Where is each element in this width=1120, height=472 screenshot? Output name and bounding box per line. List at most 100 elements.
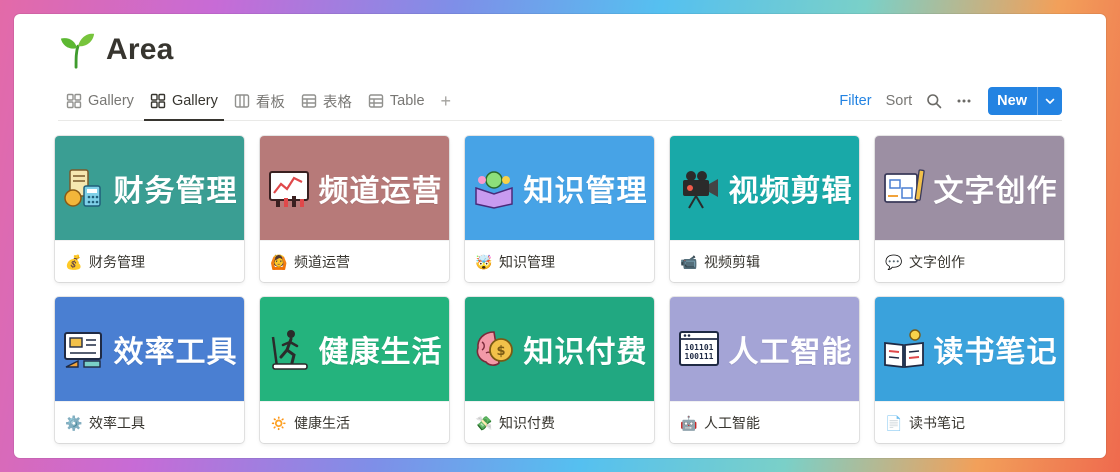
tab-label: Table [389,93,425,109]
tab-board[interactable]: 看板 [228,82,291,120]
card-cover-text: 效率工具 [113,336,238,369]
card-footer: 💸 知识付费 [465,401,654,443]
card-footer: 🔅 健康生活 [260,401,449,443]
page-title: Area [106,33,174,66]
gallery-card-knowledge[interactable]: 知识管理 🤯 知识管理 [465,136,654,282]
chart-board-icon [268,171,309,207]
card-footer: 🙆 频道运营 [260,240,449,282]
new-dropdown-button[interactable] [1037,87,1062,115]
search-button[interactable] [926,93,942,109]
card-title: 文字创作 [909,254,965,270]
add-view-button[interactable]: + [435,82,458,120]
card-cover-text: 文字创作 [933,175,1058,208]
tab-label: 看板 [255,94,285,111]
table-icon [301,94,317,108]
card-cover-text: 知识付费 [523,336,648,369]
sort-button[interactable]: Sort [886,93,913,109]
card-cover-text: 财务管理 [113,175,238,208]
tab-gallery-1[interactable]: Gallery [60,82,140,120]
tab-table-cn[interactable]: 表格 [295,82,358,120]
page-header: Area [58,30,174,70]
card-title: 读书笔记 [909,415,965,431]
binary-window-icon: 101101 100111 [678,331,719,366]
book-idea-icon [474,171,513,209]
gallery-card-video[interactable]: 视频剪辑 📹 视频剪辑 [670,136,859,282]
card-cover: 文字创作 [875,136,1064,240]
gear-icon: ⚙️ [65,415,83,431]
card-title: 频道运营 [294,254,350,270]
person-gesture-icon: 🙆 [270,254,288,270]
video-camera-icon [682,171,718,209]
tab-table[interactable]: Table [362,82,431,120]
gallery-card-finance[interactable]: 财务管理 💰 财务管理 [55,136,244,282]
card-footer: 🤯 知识管理 [465,240,654,282]
more-options-button[interactable] [956,93,972,109]
view-toolbar: Gallery Gallery 看板 表格 Table + Filter Sor [58,82,1062,121]
table-icon [368,94,384,108]
card-footer: 📹 视频剪辑 [670,240,859,282]
card-cover-text: 视频剪辑 [728,175,853,208]
card-cover-text: 人工智能 [728,336,853,369]
card-title: 知识管理 [499,254,555,270]
tab-label: Gallery [171,93,218,109]
speech-bubble-icon: 💬 [885,254,903,270]
page-icon: 📄 [885,415,903,431]
more-icon [957,99,971,103]
money-bag-icon: 💰 [65,254,83,270]
board-icon [234,94,250,108]
view-actions: Filter Sort New [839,82,1062,120]
new-button[interactable]: New [988,87,1037,115]
tools-board-icon [63,332,102,368]
card-title: 健康生活 [294,415,350,431]
mind-blown-icon: 🤯 [475,254,493,270]
card-cover: 读书笔记 [875,297,1064,401]
card-title: 视频剪辑 [704,254,760,270]
video-camera-emoji-icon: 📹 [680,254,698,270]
card-cover-text: 知识管理 [523,175,648,208]
gallery-card-efficiency[interactable]: 效率工具 ⚙️ 效率工具 [55,297,244,443]
svg-text:$: $ [496,344,505,359]
card-cover: $ 知识付费 [465,297,654,401]
brain-coin-icon: $ [476,331,513,366]
treadmill-icon [271,330,308,370]
card-cover-text: 频道运营 [318,175,443,208]
blueprint-pencil-icon [883,169,925,203]
gallery-grid: 财务管理 💰 财务管理 频道运营 🙆 频道运营 知识管理 🤯 知识管理 视频剪辑… [55,136,1064,443]
card-footer: 💬 文字创作 [875,240,1064,282]
chevron-down-icon [1045,98,1055,104]
card-cover-text: 健康生活 [318,336,443,369]
new-button-group: New [988,87,1062,115]
card-cover: 效率工具 [55,297,244,401]
notion-window: Area Gallery Gallery 看板 表格 Table + Filte… [14,14,1106,458]
card-footer: 📄 读书笔记 [875,401,1064,443]
card-footer: 🤖 人工智能 [670,401,859,443]
search-icon [927,94,942,109]
open-book-bulb-icon [883,329,924,369]
tab-label: Gallery [88,93,134,109]
card-cover: 健康生活 [260,297,449,401]
card-cover: 101101 100111 人工智能 [670,297,859,401]
card-cover: 财务管理 [55,136,244,240]
robot-icon: 🤖 [680,415,698,431]
view-tabs: Gallery Gallery 看板 表格 Table + [60,82,461,121]
card-title: 人工智能 [704,415,760,431]
card-footer: ⚙️ 效率工具 [55,401,244,443]
sun-icon: 🔅 [270,415,288,431]
gallery-card-channel[interactable]: 频道运营 🙆 频道运营 [260,136,449,282]
money-wings-icon: 💸 [475,415,493,431]
gallery-icon [66,93,82,109]
gallery-card-writing[interactable]: 文字创作 💬 文字创作 [875,136,1064,282]
card-cover-text: 读书笔记 [933,336,1058,369]
tab-gallery-2[interactable]: Gallery [143,82,224,121]
gallery-icon [150,93,166,109]
card-cover: 频道运营 [260,136,449,240]
tab-label: 表格 [322,94,352,111]
gallery-card-paid-knowledge[interactable]: $ 知识付费 💸 知识付费 [465,297,654,443]
gallery-card-health[interactable]: 健康生活 🔅 健康生活 [260,297,449,443]
gallery-card-ai[interactable]: 101101 100111 人工智能 🤖 人工智能 [670,297,859,443]
card-title: 效率工具 [89,415,145,431]
seedling-icon[interactable] [58,31,96,69]
gallery-card-reading[interactable]: 读书笔记 📄 读书笔记 [875,297,1064,443]
card-title: 财务管理 [89,254,145,270]
filter-button[interactable]: Filter [839,93,871,109]
